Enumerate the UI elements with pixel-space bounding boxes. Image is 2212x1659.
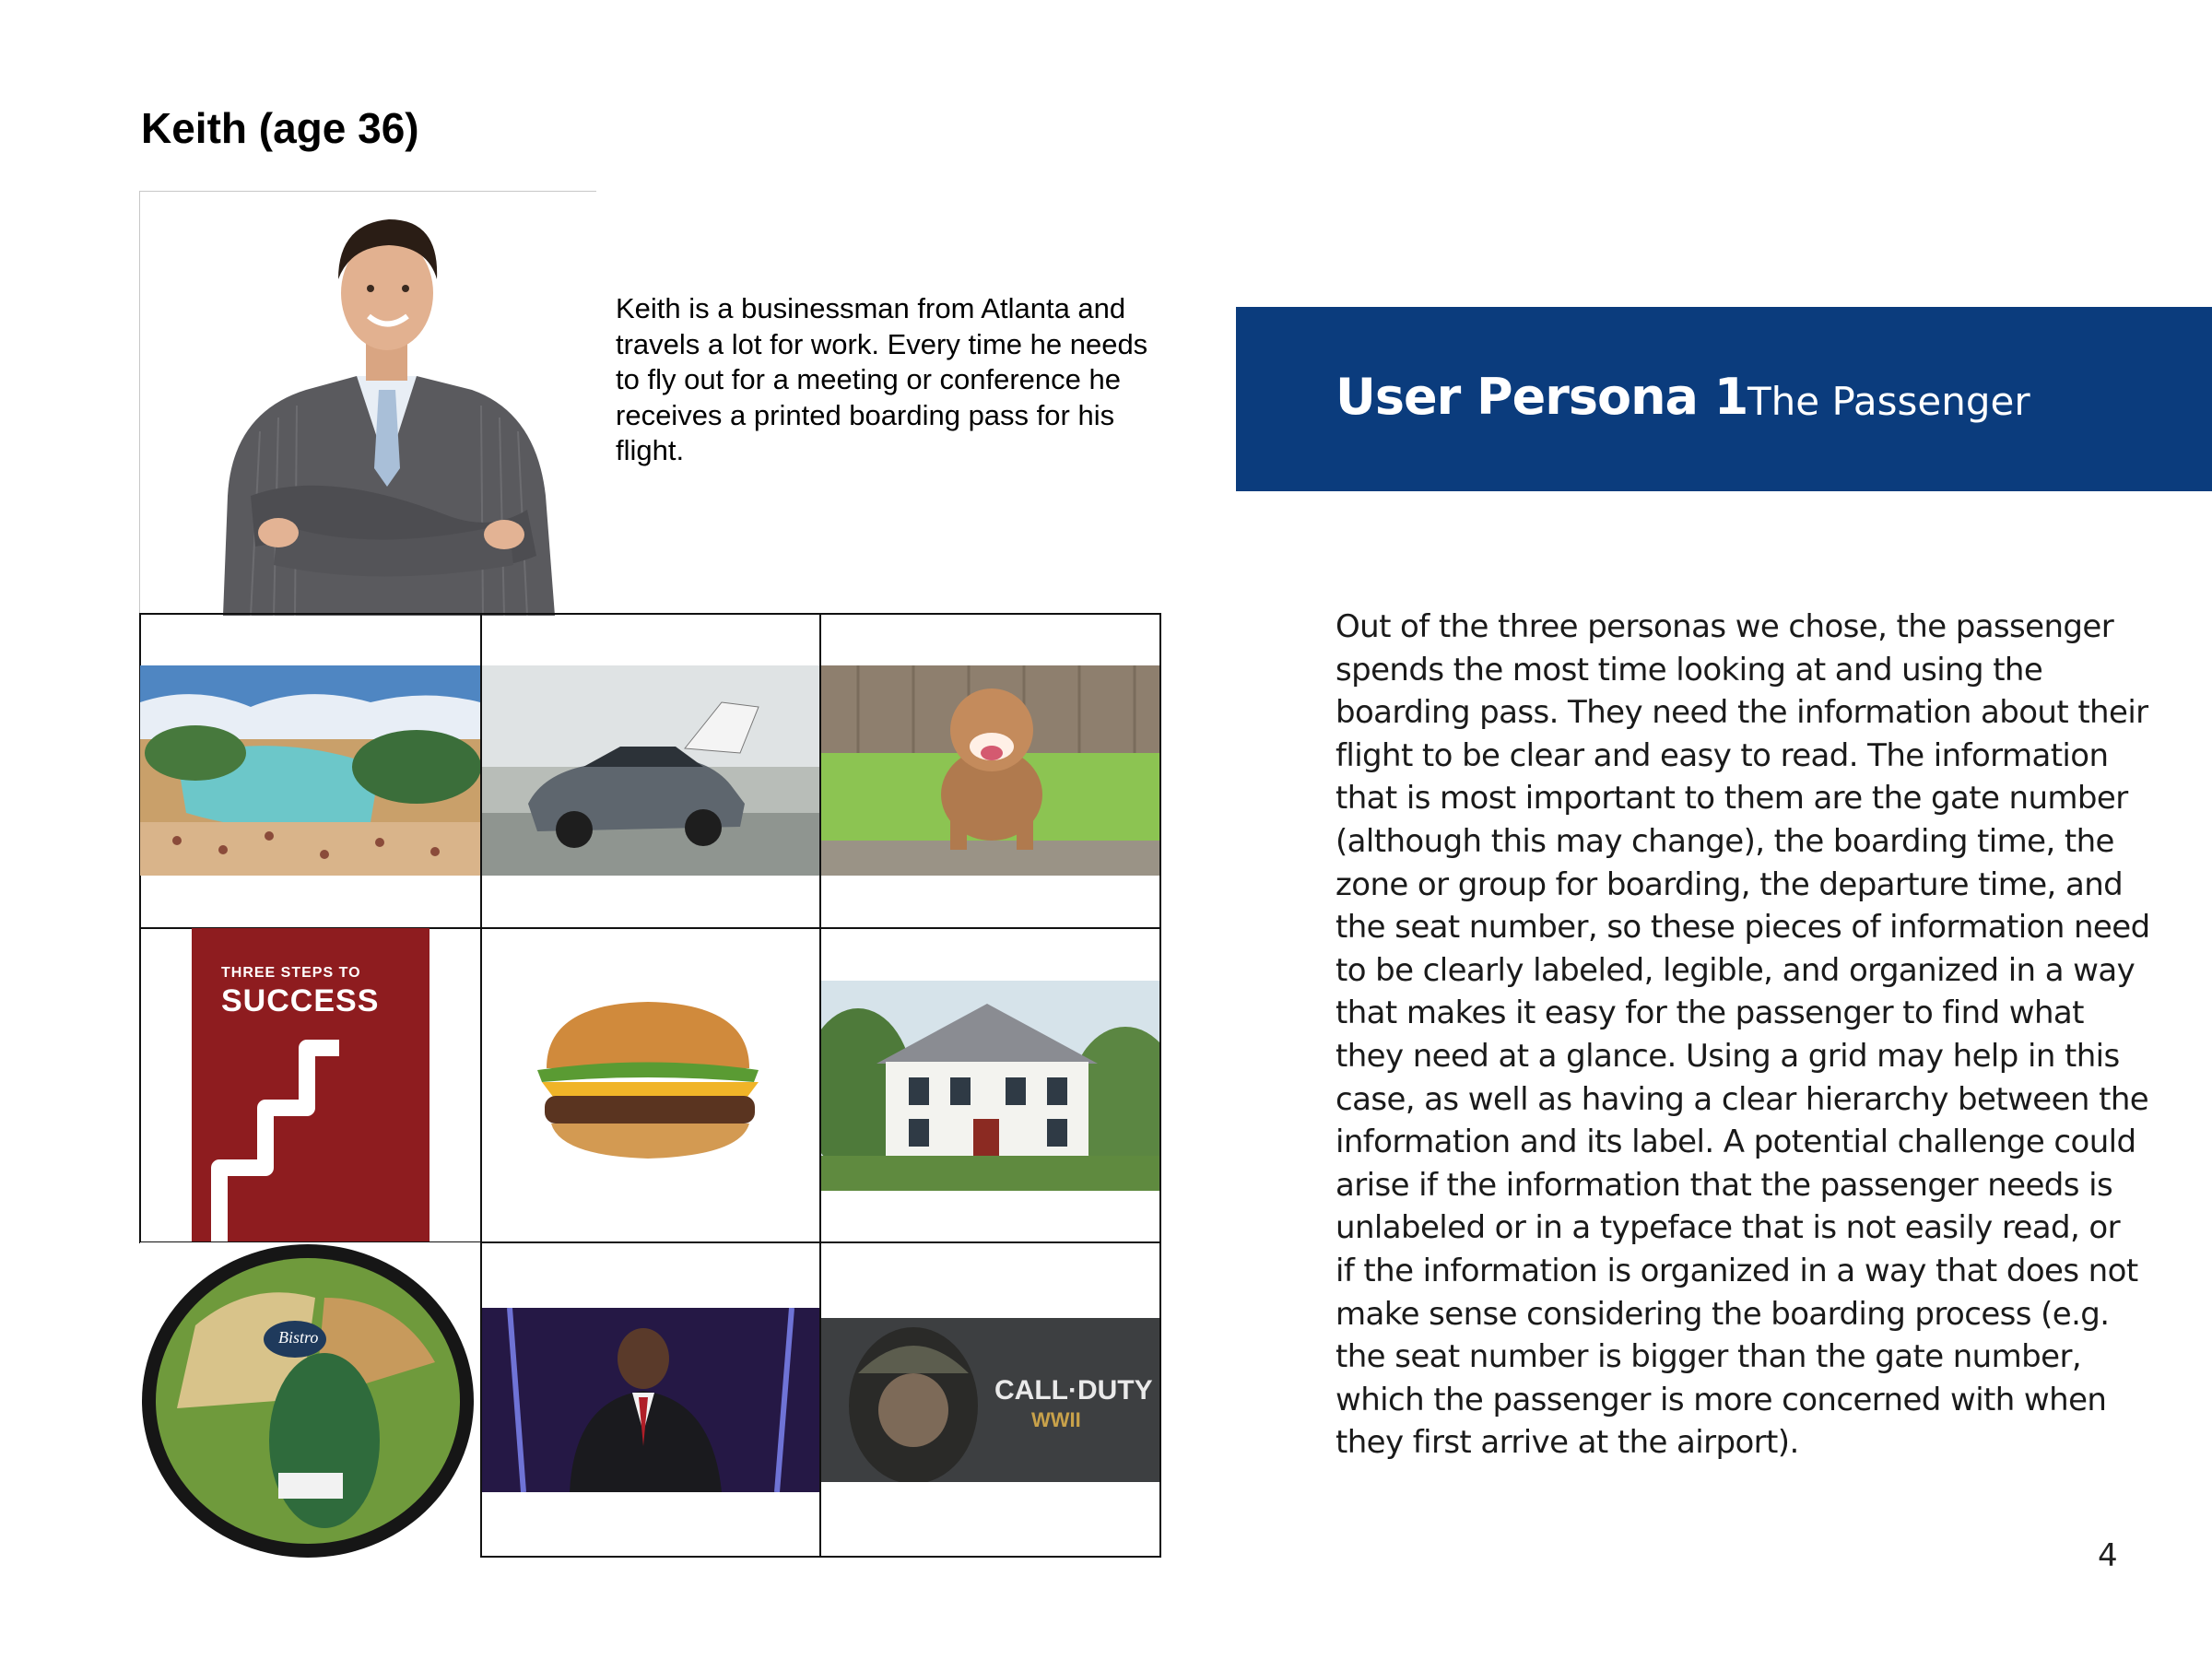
description-line: make sense considering the boarding proc… xyxy=(1335,1295,2110,1333)
pitbull-dog-photo xyxy=(821,665,1159,876)
grid-line xyxy=(1159,613,1161,1558)
page-number: 4 xyxy=(2098,1537,2118,1574)
salad-bowl-photo: Bistro xyxy=(140,1242,480,1559)
description-line: zone or group for boarding, the departur… xyxy=(1335,865,2124,903)
persona-name-heading: Keith (age 36) xyxy=(141,104,419,152)
white-house-photo xyxy=(821,981,1159,1191)
persona-description: Out of the three personas we chose, the … xyxy=(1335,606,2165,1465)
businessman-portrait-illustration xyxy=(140,192,596,616)
description-line: they need at a glance. Using a grid may … xyxy=(1335,1037,2120,1075)
description-line: to be clearly labeled, legible, and orga… xyxy=(1335,951,2136,989)
description-line: boarding pass. They need the information… xyxy=(1335,694,2148,732)
description-line: arise if the information that the passen… xyxy=(1335,1166,2113,1204)
description-line: which the passenger is more concerned wi… xyxy=(1335,1381,2107,1418)
description-line: the seat number is bigger than the gate … xyxy=(1335,1338,2082,1376)
description-line: that makes it easy for the passenger to … xyxy=(1335,994,2084,1032)
salad-brand-label: Bistro xyxy=(278,1328,319,1347)
portrait-photo xyxy=(139,191,596,616)
description-line: the seat number, so these pieces of info… xyxy=(1335,909,2150,947)
sedan-car-photo xyxy=(482,665,819,876)
game-logo: CALL·DUTY xyxy=(994,1375,1153,1406)
beach-resort-photo xyxy=(140,665,480,876)
success-book-cover: THREE STEPS TO SUCCESS xyxy=(192,928,429,1241)
cheeseburger-photo xyxy=(482,967,819,1197)
description-line: flight to be clear and easy to read. The… xyxy=(1335,736,2109,774)
description-line: (although this may change), the boarding… xyxy=(1335,822,2114,860)
banner-subtitle: The Passenger xyxy=(1747,379,2030,424)
description-line: information and its label. A potential c… xyxy=(1335,1124,2136,1161)
description-line: unlabeled or in a typeface that is not e… xyxy=(1335,1209,2121,1247)
video-game-cover: CALL·DUTY WWII xyxy=(821,1318,1159,1482)
stairs-graphic xyxy=(211,1040,339,1241)
grid-line xyxy=(139,613,1160,615)
description-line: spends the most time looking at and usin… xyxy=(1335,651,2043,688)
description-line: they first arrive at the airport). xyxy=(1335,1424,1799,1462)
banner-title: User Persona 1 xyxy=(1335,368,1748,426)
description-line: Out of the three personas we chose, the … xyxy=(1335,608,2114,645)
description-line: case, as well as having a clear hierarch… xyxy=(1335,1080,2149,1118)
motivational-speaker-photo xyxy=(482,1308,819,1492)
game-subtitle: WWII xyxy=(1031,1408,1081,1431)
description-line: if the information is organized in a way… xyxy=(1335,1252,2138,1289)
section-banner: User Persona 1 The Passenger xyxy=(1236,307,2212,491)
description-line: that is most important to them are the g… xyxy=(1335,780,2128,818)
persona-bio: Keith is a businessman from Atlanta and … xyxy=(616,292,1148,466)
